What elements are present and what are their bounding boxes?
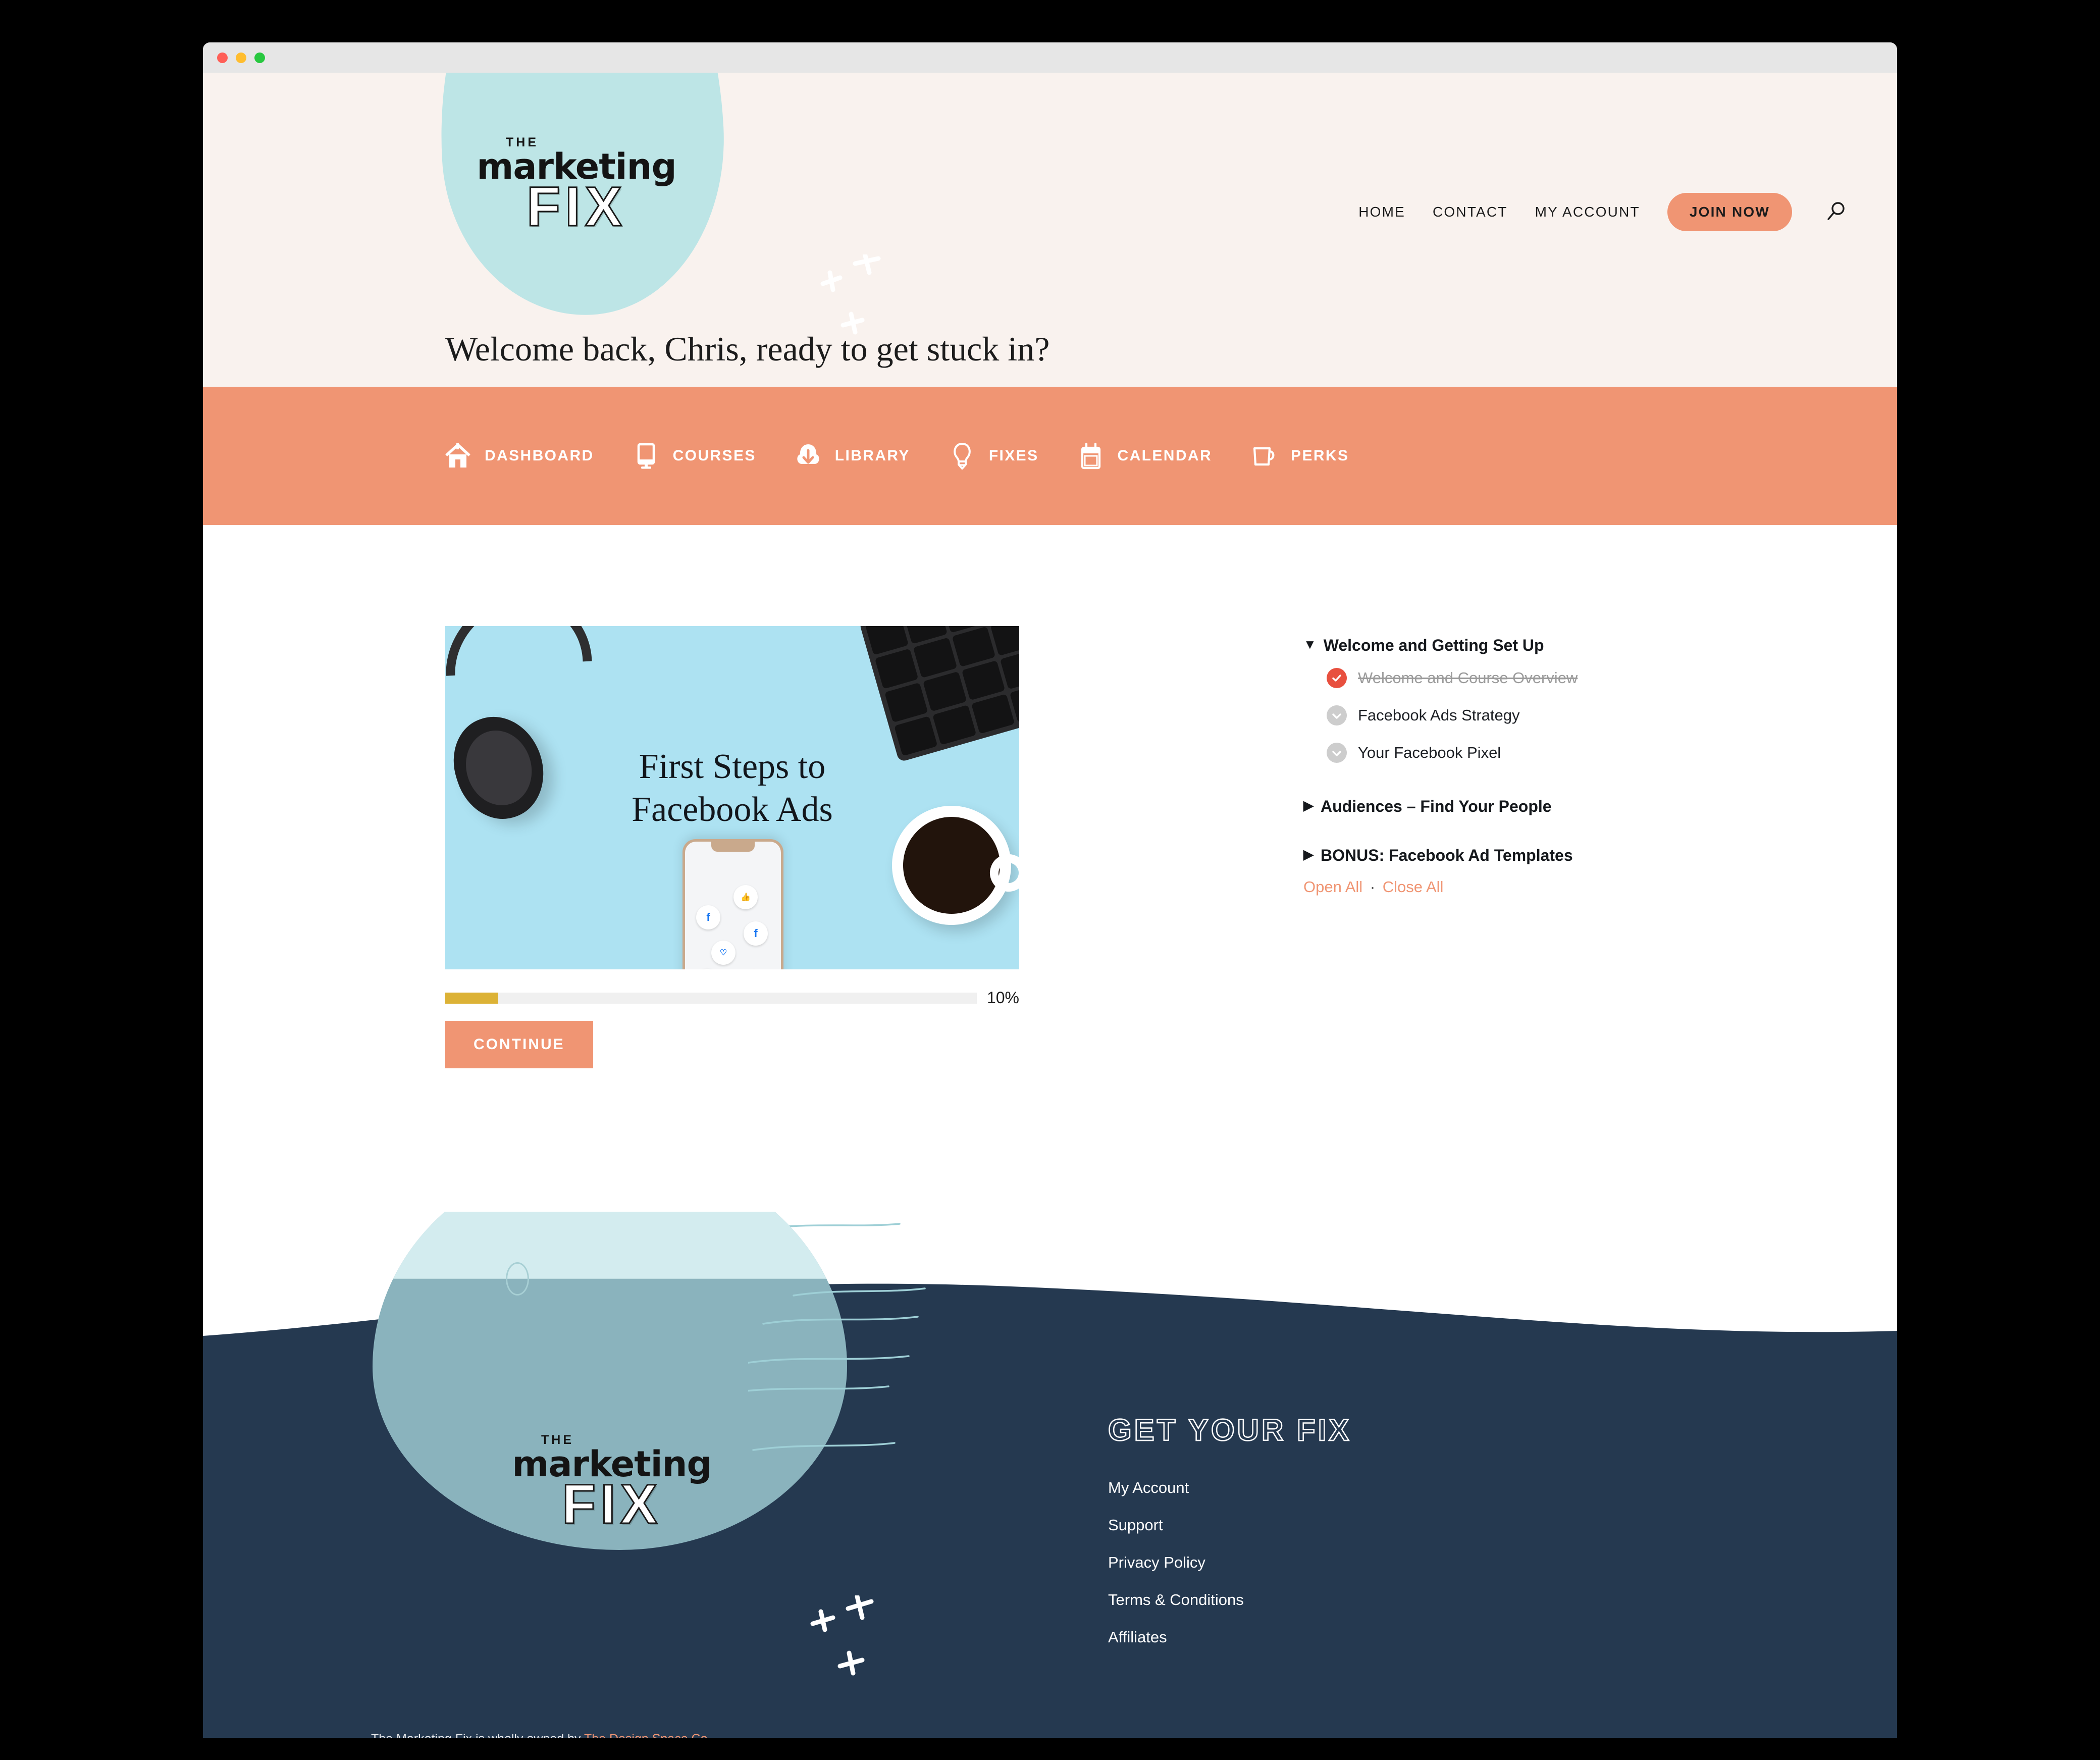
welcome-heading: Welcome back, Chris, ready to get stuck … (445, 330, 1050, 368)
check-circle-incomplete-icon (1327, 743, 1347, 763)
monitor-icon (631, 440, 662, 472)
curriculum-section-title: BONUS: Facebook Ad Templates (1321, 846, 1573, 864)
lesson-label: Facebook Ads Strategy (1358, 706, 1520, 724)
search-icon (1825, 200, 1848, 224)
footer-copyright: The Marketing Fix is wholly owned by The… (371, 1732, 714, 1738)
nav-label-perks: PERKS (1291, 447, 1349, 464)
continue-button[interactable]: CONTINUE (445, 1021, 593, 1068)
page-content: THE marketing FIX HOME CONTACT MY ACCOUN… (203, 73, 1897, 1738)
join-now-button[interactable]: JOIN NOW (1667, 193, 1792, 231)
course-thumbnail[interactable]: f 👍 f ♡ f f First Steps to Facebook Ads (445, 626, 1019, 969)
copyright-brand-link[interactable]: The Design Space Co. (584, 1732, 711, 1738)
footer-link-my-account[interactable]: My Account (1108, 1479, 1351, 1497)
curriculum-section-title: Welcome and Getting Set Up (1323, 636, 1544, 654)
progress-bar-track (445, 992, 977, 1004)
chevron-right-icon: ▶ (1303, 847, 1314, 862)
check-circle-incomplete-icon (1327, 705, 1347, 726)
close-window-button[interactable] (217, 52, 228, 63)
nav-label-courses: COURSES (672, 447, 756, 464)
chevron-right-icon: ▶ (1303, 798, 1314, 813)
footer-link-support[interactable]: Support (1108, 1516, 1351, 1534)
copyright-prefix: The Marketing Fix is wholly owned by (371, 1732, 584, 1738)
curriculum-toggle-links: Open All · Close All (1303, 878, 1758, 896)
nav-item-fixes[interactable]: FIXES (947, 440, 1039, 472)
keyboard-graphic (859, 626, 1019, 762)
nav-label-library: LIBRARY (834, 447, 910, 464)
curriculum-section-welcome[interactable]: ▼ Welcome and Getting Set Up (1303, 636, 1758, 655)
footer-sparkles (809, 1594, 905, 1689)
nav-label-dashboard: DASHBOARD (485, 447, 594, 464)
footer-logo[interactable]: THE marketing FIX (506, 1434, 718, 1535)
maximize-window-button[interactable] (254, 52, 265, 63)
progress-bar-fill (445, 992, 499, 1004)
nav-link-home[interactable]: HOME (1358, 204, 1405, 220)
footer-heading: GET YOUR FIX (1108, 1413, 1352, 1448)
chevron-down-icon: ▼ (1303, 637, 1317, 652)
footer-logo-fix-text: FIX (561, 1473, 662, 1535)
nav-link-my-account[interactable]: MY ACCOUNT (1535, 204, 1640, 220)
lightbulb-icon (947, 440, 978, 472)
minimize-window-button[interactable] (236, 52, 246, 63)
nav-item-courses[interactable]: COURSES (631, 440, 756, 472)
cloud-download-icon (793, 440, 824, 472)
home-icon (442, 440, 474, 472)
nav-label-fixes: FIXES (988, 447, 1039, 464)
progress-percent-label: 10% (986, 989, 1019, 1007)
nav-item-calendar[interactable]: CALENDAR (1075, 440, 1213, 472)
footer-link-affiliates[interactable]: Affiliates (1108, 1628, 1351, 1646)
logo-fix-text: FIX (526, 175, 627, 238)
open-all-link[interactable]: Open All (1303, 878, 1362, 896)
footer-link-terms[interactable]: Terms & Conditions (1108, 1591, 1351, 1609)
blob-circle-accent (506, 1262, 529, 1296)
mug-icon (1248, 440, 1280, 472)
footer-link-privacy[interactable]: Privacy Policy (1108, 1554, 1351, 1572)
main-navigation-bar: DASHBOARD COURSES LIBRARY FIXES CALENDAR… (203, 387, 1897, 525)
screenshot-stage: THE marketing FIX HOME CONTACT MY ACCOUN… (0, 0, 2100, 1760)
site-footer: THE marketing FIX GET YOUR FIX My Accoun… (203, 1212, 1897, 1738)
curriculum-section-bonus[interactable]: ▶ BONUS: Facebook Ad Templates (1303, 846, 1758, 865)
course-curriculum: ▼ Welcome and Getting Set Up Welcome and… (1303, 636, 1758, 896)
course-progress: 10% (445, 989, 1019, 1007)
toggle-separator: · (1370, 878, 1376, 896)
lesson-item[interactable]: Welcome and Course Overview (1327, 668, 1758, 688)
close-all-link[interactable]: Close All (1383, 878, 1444, 896)
lesson-label: Welcome and Course Overview (1358, 669, 1578, 687)
top-navigation: HOME CONTACT MY ACCOUNT JOIN NOW (1358, 193, 1851, 231)
curriculum-section-audiences[interactable]: ▶ Audiences – Find Your People (1303, 797, 1758, 816)
nav-link-contact[interactable]: CONTACT (1433, 204, 1508, 220)
check-circle-complete-icon (1327, 668, 1347, 688)
site-logo[interactable]: THE marketing FIX (470, 136, 682, 238)
calendar-icon (1075, 440, 1107, 472)
course-card: f 👍 f ♡ f f First Steps to Facebook Ads (445, 626, 1019, 1068)
search-button[interactable] (1822, 198, 1851, 226)
browser-window: THE marketing FIX HOME CONTACT MY ACCOUN… (203, 42, 1897, 1738)
nav-item-dashboard[interactable]: DASHBOARD (442, 440, 594, 472)
nav-item-perks[interactable]: PERKS (1248, 440, 1349, 472)
footer-links-column: GET YOUR FIX My Account Support Privacy … (1108, 1413, 1351, 1666)
nav-label-calendar: CALENDAR (1117, 447, 1213, 464)
curriculum-section-title: Audiences – Find Your People (1321, 797, 1552, 815)
nav-item-library[interactable]: LIBRARY (793, 440, 910, 472)
main-content: f 👍 f ♡ f f First Steps to Facebook Ads (203, 525, 1897, 1212)
hero-header: THE marketing FIX HOME CONTACT MY ACCOUN… (203, 73, 1897, 387)
lesson-label: Your Facebook Pixel (1358, 744, 1501, 761)
lesson-item[interactable]: Your Facebook Pixel (1327, 743, 1758, 763)
thumbnail-title-line-1: First Steps to (639, 747, 826, 786)
smartphone-graphic: f 👍 f ♡ f f (682, 839, 783, 969)
copyright-suffix: . (711, 1732, 714, 1738)
course-thumbnail-title: First Steps to Facebook Ads (445, 745, 1019, 832)
lesson-item[interactable]: Facebook Ads Strategy (1327, 705, 1758, 726)
browser-titlebar (203, 42, 1897, 73)
thumbnail-title-line-2: Facebook Ads (632, 790, 833, 830)
